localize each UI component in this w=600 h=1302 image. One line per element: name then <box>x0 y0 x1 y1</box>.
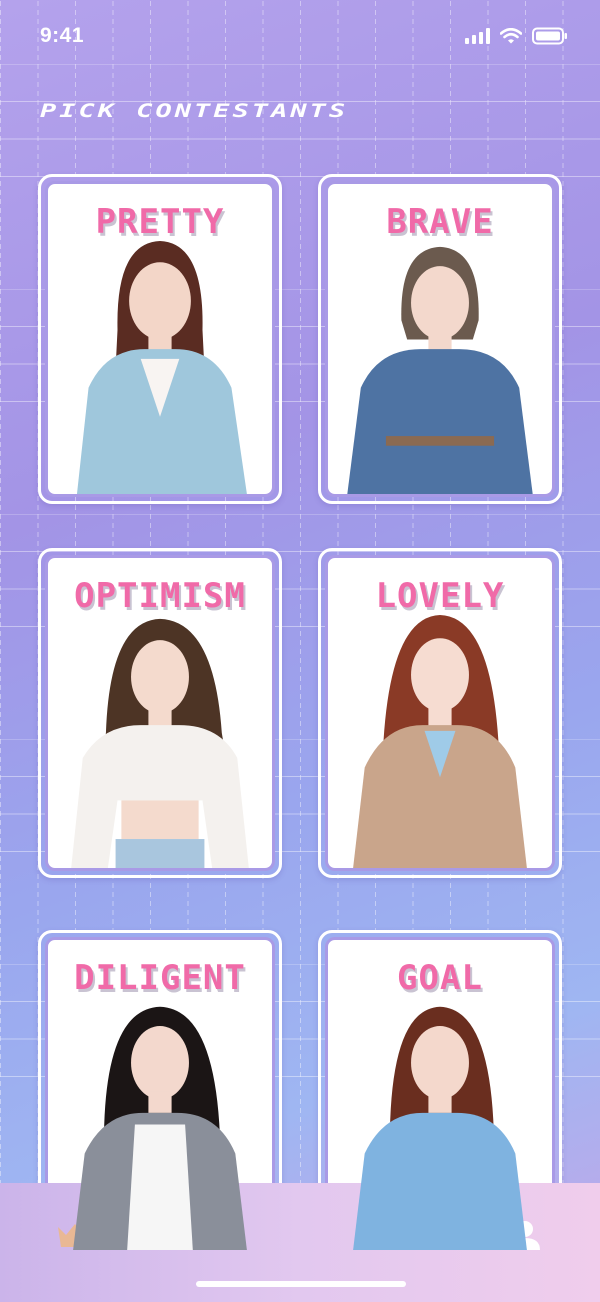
card-label: GOAL <box>397 958 483 998</box>
card-label: DILIGENT <box>74 958 246 998</box>
contestant-grid: PRETTY BRAVE OPTIMISM LOVELY DILIGENT GO… <box>0 0 600 1302</box>
card-label: LOVELY <box>375 576 505 616</box>
contestant-photo <box>347 246 533 494</box>
contestant-card[interactable]: PRETTY <box>38 174 282 504</box>
contestant-card[interactable]: OPTIMISM <box>38 548 282 878</box>
card-label: BRAVE <box>386 202 494 242</box>
contestant-card[interactable]: GOAL <box>318 930 562 1260</box>
contestant-card[interactable]: DILIGENT <box>38 930 282 1260</box>
contestant-card[interactable]: BRAVE <box>318 174 562 504</box>
contestant-photo <box>76 241 247 494</box>
card-label: PRETTY <box>95 202 225 242</box>
home-indicator <box>196 1281 406 1287</box>
contestant-card[interactable]: LOVELY <box>318 548 562 878</box>
contestant-photo <box>353 615 527 868</box>
contestant-photo <box>73 1006 247 1250</box>
contestant-photo <box>353 1006 527 1250</box>
contestant-photo <box>71 618 249 868</box>
card-label: OPTIMISM <box>74 576 246 616</box>
